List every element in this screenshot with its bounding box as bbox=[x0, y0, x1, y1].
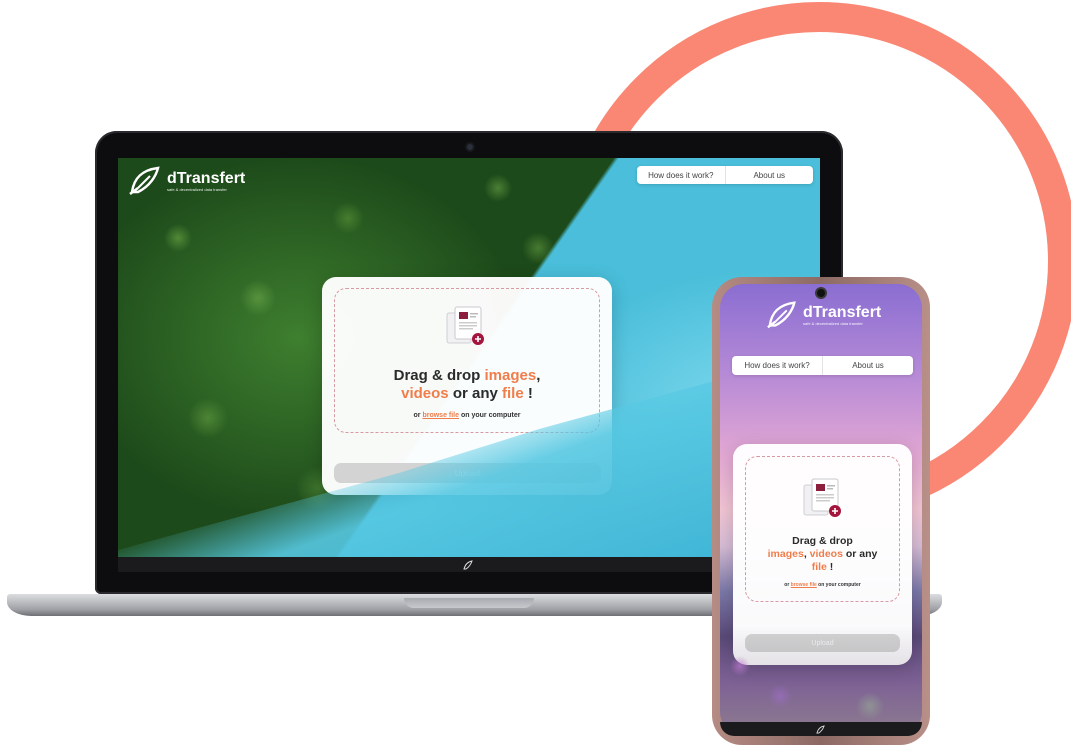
headline-file: file bbox=[502, 385, 524, 402]
browse-hint-mobile: or browse file on your computer bbox=[746, 582, 899, 588]
brand-name-mobile: dTransfert bbox=[803, 303, 882, 321]
browse-suffix: on your computer bbox=[816, 582, 861, 588]
nav-about-us[interactable]: About us bbox=[724, 166, 814, 184]
file-add-icon bbox=[803, 478, 841, 517]
headline-sep: , bbox=[536, 367, 541, 384]
top-nav: How does it work? About us bbox=[637, 166, 813, 184]
headline-text: Drag & drop bbox=[792, 535, 853, 547]
feather-logo-icon bbox=[129, 166, 160, 195]
feather-logo-icon bbox=[767, 301, 796, 329]
dock-app-icon[interactable] bbox=[463, 560, 473, 570]
drop-headline-mobile: Drag & drop images, videos or any file ! bbox=[746, 535, 899, 574]
phone-screen: dTransfert safe & decentralized data tra… bbox=[720, 284, 922, 736]
top-nav-mobile: How does it work? About us bbox=[732, 356, 913, 375]
browse-hint: or browse file on your computer bbox=[335, 412, 599, 419]
laptop-camera bbox=[467, 144, 473, 150]
brand-tagline: safe & decentralized data transfer bbox=[167, 186, 227, 192]
drop-zone-mobile[interactable]: Drag & drop images, videos or any file !… bbox=[745, 456, 900, 602]
laptop-notch bbox=[404, 598, 534, 608]
headline-images: images bbox=[484, 367, 537, 384]
browse-file-link-mobile[interactable]: browse file bbox=[791, 582, 817, 588]
headline-text-2: or any bbox=[842, 548, 878, 560]
file-add-icon bbox=[446, 306, 484, 345]
nav-how-it-works-mobile[interactable]: How does it work? bbox=[732, 356, 822, 375]
headline-videos: videos bbox=[401, 385, 449, 402]
upload-card-mobile: Drag & drop images, videos or any file !… bbox=[733, 444, 912, 665]
upload-card: Drag & drop images, videos or any file !… bbox=[322, 277, 612, 495]
nav-about-us-mobile[interactable]: About us bbox=[822, 356, 913, 375]
dock-app-icon-mobile[interactable] bbox=[816, 725, 825, 734]
drop-headline: Drag & drop images, videos or any file ! bbox=[335, 367, 599, 403]
browse-file-link[interactable]: browse file bbox=[422, 412, 459, 419]
brand-tagline-mobile: safe & decentralized data transfer bbox=[803, 320, 863, 326]
upload-button[interactable]: Upload bbox=[334, 463, 601, 483]
headline-text-2: or any bbox=[448, 385, 503, 402]
headline-file: file bbox=[811, 561, 827, 573]
headline-text: Drag & drop bbox=[393, 367, 485, 384]
headline-images: images bbox=[767, 548, 804, 560]
brand-logo-mobile[interactable]: dTransfert safe & decentralized data tra… bbox=[766, 300, 881, 330]
browse-suffix: on your computer bbox=[459, 412, 521, 419]
headline-end: ! bbox=[523, 385, 533, 402]
drop-zone[interactable]: Drag & drop images, videos or any file !… bbox=[334, 288, 600, 433]
headline-videos: videos bbox=[809, 548, 843, 560]
brand-name: dTransfert bbox=[167, 169, 246, 187]
headline-end: ! bbox=[826, 561, 834, 573]
nav-how-it-works[interactable]: How does it work? bbox=[637, 166, 725, 184]
brand-logo[interactable]: dTransfert safe & decentralized data tra… bbox=[128, 166, 245, 196]
phone-camera bbox=[817, 289, 825, 297]
upload-button-mobile[interactable]: Upload bbox=[745, 634, 900, 652]
